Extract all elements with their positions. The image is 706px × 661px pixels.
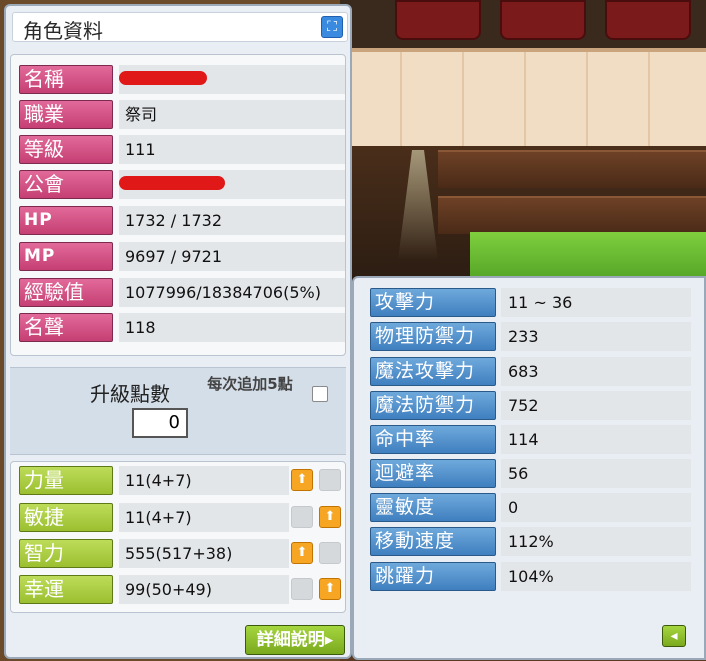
stat-row-str: 力量 11(4+7) ⬆ [19, 466, 345, 497]
detail-label: 跳躍力 [370, 562, 496, 591]
ability-points-label: 升級點數 [90, 382, 170, 406]
detail-label: 物理防禦力 [370, 322, 496, 351]
info-row-mp: MP 9697 / 9721 [19, 242, 345, 273]
up-arrow-icon[interactable]: ⬆ [319, 506, 341, 528]
detail-value: 114 [501, 425, 691, 454]
info-value [119, 170, 345, 199]
detail-value: 104% [501, 562, 691, 591]
background-sign [605, 0, 691, 40]
add-5-points-label: 每次追加5點 [207, 375, 293, 393]
detail-label: 移動速度 [370, 527, 496, 556]
up-slot-empty [319, 469, 341, 491]
stat-label: 幸運 [19, 575, 113, 604]
detail-button[interactable]: 詳細說明▸ [245, 625, 345, 655]
stat-value: 99(50+49) [119, 575, 289, 604]
detail-row: 魔法防禦力 752 [370, 391, 692, 423]
detail-label: 魔法防禦力 [370, 391, 496, 420]
info-row-guild: 公會 [19, 170, 345, 201]
info-label: 等級 [19, 135, 113, 164]
background-plank [438, 150, 706, 188]
up-arrow-icon[interactable]: ⬆ [291, 542, 313, 564]
character-info-window: 角色資料 ⛶ 名稱 職業 祭司 等級 111 公會 HP 1732 / 1732… [4, 4, 352, 659]
detail-row: 移動速度 112% [370, 527, 692, 559]
stat-label: 力量 [19, 466, 113, 495]
stat-value: 11(4+7) [119, 466, 289, 495]
detail-value: 11 ~ 36 [501, 288, 691, 317]
detail-row: 攻擊力 11 ~ 36 [370, 288, 692, 320]
detail-value: 233 [501, 322, 691, 351]
background-wall [340, 48, 706, 154]
up-arrow-icon[interactable]: ⬆ [291, 469, 313, 491]
redaction-mark [119, 71, 207, 85]
detail-row: 物理防禦力 233 [370, 322, 692, 354]
info-label: HP [19, 206, 113, 235]
close-icon[interactable]: ⛶ [321, 16, 343, 38]
detail-label: 命中率 [370, 425, 496, 454]
detail-value: 112% [501, 527, 691, 556]
up-slot-empty [291, 506, 313, 528]
window-titlebar[interactable]: 角色資料 ⛶ [12, 12, 348, 43]
stat-label: 敏捷 [19, 503, 113, 532]
window-title: 角色資料 [23, 19, 103, 43]
up-arrow-icon[interactable]: ⬆ [319, 578, 341, 600]
background-plank [438, 196, 706, 234]
add-5-points-checkbox[interactable] [312, 386, 328, 402]
detail-value: 0 [501, 493, 691, 522]
info-label: MP [19, 242, 113, 271]
ability-points-area: 升級點數 0 每次追加5點 [10, 367, 346, 455]
stat-value: 11(4+7) [119, 503, 289, 532]
info-row-fame: 名聲 118 [19, 313, 345, 344]
stat-label: 智力 [19, 539, 113, 568]
info-value [119, 65, 345, 94]
info-table: 名稱 職業 祭司 等級 111 公會 HP 1732 / 1732 MP 969… [10, 54, 346, 356]
info-value: 祭司 [119, 100, 345, 129]
info-row-name: 名稱 [19, 65, 345, 96]
info-row-job: 職業 祭司 [19, 100, 345, 131]
info-label: 經驗值 [19, 278, 113, 307]
info-value: 118 [119, 313, 345, 342]
stat-value: 555(517+38) [119, 539, 289, 568]
info-row-hp: HP 1732 / 1732 [19, 206, 345, 237]
detail-stats-window: 攻擊力 11 ~ 36 物理防禦力 233 魔法攻擊力 683 魔法防禦力 75… [352, 276, 706, 660]
detail-row: 靈敏度 0 [370, 493, 692, 525]
info-label: 名聲 [19, 313, 113, 342]
detail-row: 命中率 114 [370, 425, 692, 457]
detail-row: 跳躍力 104% [370, 562, 692, 594]
info-value: 1732 / 1732 [119, 206, 345, 235]
detail-label: 攻擊力 [370, 288, 496, 317]
up-slot-empty [319, 542, 341, 564]
info-row-level: 等級 111 [19, 135, 345, 166]
background-sign [500, 0, 586, 40]
redaction-mark [119, 176, 225, 190]
detail-value: 752 [501, 391, 691, 420]
up-slot-empty [291, 578, 313, 600]
detail-value: 683 [501, 357, 691, 386]
stat-row-int: 智力 555(517+38) ⬆ [19, 539, 345, 570]
arrow-left-icon[interactable]: ◂ [662, 625, 686, 647]
info-value: 111 [119, 135, 345, 164]
info-label: 公會 [19, 170, 113, 199]
detail-label: 靈敏度 [370, 493, 496, 522]
detail-value: 56 [501, 459, 691, 488]
ability-points-value: 0 [132, 408, 188, 438]
detail-label: 魔法攻擊力 [370, 357, 496, 386]
detail-row: 迴避率 56 [370, 459, 692, 491]
info-value: 9697 / 9721 [119, 242, 345, 271]
info-label: 職業 [19, 100, 113, 129]
info-value: 1077996/18384706(5%) [119, 278, 345, 307]
stat-row-luk: 幸運 99(50+49) ⬆ [19, 575, 345, 606]
stat-row-dex: 敏捷 11(4+7) ⬆ [19, 503, 345, 534]
stats-table: 力量 11(4+7) ⬆ 敏捷 11(4+7) ⬆ 智力 555(517+38)… [10, 461, 346, 613]
info-label: 名稱 [19, 65, 113, 94]
detail-label: 迴避率 [370, 459, 496, 488]
detail-row: 魔法攻擊力 683 [370, 357, 692, 389]
info-row-exp: 經驗值 1077996/18384706(5%) [19, 278, 345, 309]
background-sign [395, 0, 481, 40]
